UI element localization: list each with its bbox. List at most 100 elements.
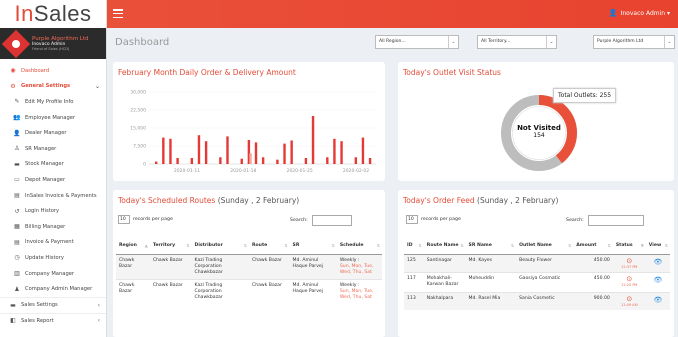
bar[interactable] xyxy=(326,157,329,164)
daily-chart-title: February Month Daily Order & Delivery Am… xyxy=(118,68,296,77)
sidebar-item-label: Dashboard xyxy=(21,67,50,74)
sidebar-item-employee-manager[interactable]: 👥 Employee Manager xyxy=(0,110,106,126)
sidebar-item-label: Sales Settings xyxy=(21,302,58,309)
feed-search-label: Search: xyxy=(566,218,584,223)
sidebar-item-dashboard[interactable]: ◉ Dashboard xyxy=(0,63,106,79)
column-header[interactable]: Route ⇅ xyxy=(248,237,290,255)
view-eye-icon[interactable]: 👁 xyxy=(653,276,662,284)
sales-settings-icon: ▬ xyxy=(10,301,16,309)
sidebar-item-dealer-manager[interactable]: 👤 Dealer Manager xyxy=(0,125,106,141)
bar[interactable] xyxy=(162,137,165,164)
sidebar-item-billing-manager[interactable]: ▦ Billing Manager xyxy=(0,219,106,235)
bar[interactable] xyxy=(340,141,343,164)
bar[interactable] xyxy=(368,158,372,164)
bar[interactable] xyxy=(283,143,286,164)
view-eye-icon[interactable]: 👁 xyxy=(653,258,662,266)
update-history-icon: ◷ xyxy=(14,254,20,262)
column-header[interactable]: Schedule ⇅ xyxy=(336,237,382,255)
bar[interactable] xyxy=(354,157,358,164)
table-row[interactable]: Chawk Bazar Chawk Bazar Kazi Trading Corpo… xyxy=(116,279,382,305)
view-eye-icon[interactable]: 👁 xyxy=(653,296,662,304)
admin-icon: ♟ xyxy=(14,285,20,293)
table-row[interactable]: 113 Nakhalpara Md. Rasel Mia Sania Cosmetic… xyxy=(404,291,670,311)
sidebar-item-label: Invoice & Payment xyxy=(25,239,74,246)
x-tick-label: 2020-01-18 xyxy=(230,168,256,174)
sidebar: InSales Purple Algorithm Ltd Inovaco Adm… xyxy=(0,0,107,337)
sidebar-item-label: Stock Manager xyxy=(25,161,64,168)
app-logo[interactable]: InSales xyxy=(0,0,106,28)
routes-length-select[interactable]: 10 xyxy=(118,215,130,224)
bar[interactable] xyxy=(311,116,315,164)
feed-title: Today's Order Feed xyxy=(403,196,475,205)
sidebar-item-update-history[interactable]: ◷ Update History xyxy=(0,250,106,266)
table-row[interactable]: Chawk Bazar Chawk Bazar Kazi Trading Corpo… xyxy=(116,253,382,280)
column-header[interactable]: View ⇅ xyxy=(645,237,670,255)
user-menu[interactable]: 👤 Inovaco Admin ▾ xyxy=(609,9,670,17)
bar[interactable] xyxy=(276,159,279,164)
sidebar-item-insales-invoice-payments[interactable]: ▤ InSales Invoice & Payments xyxy=(0,188,106,204)
bar[interactable] xyxy=(197,135,201,164)
column-header[interactable]: Outlet Name ⇅ xyxy=(516,237,574,255)
sidebar-item-company-admin-manager[interactable]: ♟ Company Admin Manager xyxy=(0,281,106,297)
bar[interactable] xyxy=(304,158,308,164)
chevron-icon: ‹ xyxy=(97,301,100,309)
invoice-icon: ▤ xyxy=(14,192,20,200)
bar[interactable] xyxy=(219,157,222,164)
clock-icon: ⊙ xyxy=(626,275,633,284)
table-row[interactable]: 125 Santinagar Md. Kayes Beauty Flower 450.0… xyxy=(404,253,670,273)
sort-icon: ⇅ xyxy=(376,243,380,248)
column-header[interactable]: SR Name ⇅ xyxy=(465,237,517,255)
sidebar-item-label: Depot Manager xyxy=(25,176,66,183)
feed-length-select[interactable]: 10 xyxy=(406,215,418,224)
bar[interactable] xyxy=(249,153,252,164)
routes-panel: Today's Scheduled Routes (Sunday , 2 Feb… xyxy=(113,190,385,337)
sidebar-item-label: Company Manager xyxy=(25,270,75,277)
sidebar-item-sales-report[interactable]: ◧ Sales Report ‹ xyxy=(0,312,106,329)
bar[interactable] xyxy=(261,157,265,164)
bar[interactable] xyxy=(155,161,158,164)
column-header[interactable]: Status ▼ xyxy=(612,237,646,255)
sidebar-item-general-settings[interactable]: ⚙ General Settings ⌄ xyxy=(0,79,106,95)
sidebar-item-sales-settings[interactable]: ▬ Sales Settings ‹ xyxy=(0,296,106,313)
daily-chart-panel: February Month Daily Order & Delivery Am… xyxy=(113,62,385,181)
sort-icon: ⇅ xyxy=(186,243,190,248)
sort-icon: ⇅ xyxy=(607,243,611,248)
routes-length-label: records per page xyxy=(133,217,173,222)
bar[interactable] xyxy=(361,137,365,164)
routes-search-input[interactable] xyxy=(311,215,352,226)
bar[interactable] xyxy=(176,158,179,164)
invoice-payment-icon: ▤ xyxy=(14,238,20,246)
bar[interactable] xyxy=(290,140,293,164)
column-header[interactable]: ID ⇅ xyxy=(404,237,424,255)
sidebar-item-label: Update History xyxy=(25,254,64,261)
dashboard-icon: ◉ xyxy=(10,67,16,75)
column-header[interactable]: Amount ⇅ xyxy=(573,237,613,255)
profile-panel: Purple Algorithm Ltd Inovaco Admin Frien… xyxy=(0,28,106,59)
column-header[interactable]: SR ⇅ xyxy=(289,237,337,255)
sidebar-item-sr-manager[interactable]: ♙ SR Manager xyxy=(0,141,106,157)
column-header[interactable]: Region ▲ xyxy=(116,237,150,255)
sidebar-item-stock-manager[interactable]: ▬ Stock Manager xyxy=(0,157,106,173)
column-header[interactable]: Route Name ⇅ xyxy=(423,237,466,255)
bar[interactable] xyxy=(240,158,243,164)
sidebar-item-edit-my-profile-info[interactable]: ✎ Edit My Profile Info xyxy=(0,94,106,110)
bar[interactable] xyxy=(169,138,172,164)
sidebar-item-login-history[interactable]: ↺ Login History xyxy=(0,203,106,219)
region-select[interactable]: All Region... ⌄ xyxy=(375,35,459,49)
menu-toggle-icon[interactable] xyxy=(113,9,123,20)
bar[interactable] xyxy=(204,141,208,164)
feed-search-input[interactable] xyxy=(587,215,644,226)
company-select[interactable]: Purple Algorithm Ltd ⌄ xyxy=(593,35,675,49)
bar[interactable] xyxy=(190,158,194,164)
table-row[interactable]: 117 Mohakhali-Karwan Bazar Moheuddin Gaosiy… xyxy=(404,272,670,293)
bar[interactable] xyxy=(226,136,229,164)
column-header[interactable]: Territory ⇅ xyxy=(149,237,192,255)
sidebar-item-invoice-payment[interactable]: ▤ Invoice & Payment xyxy=(0,235,106,251)
bar[interactable] xyxy=(333,138,336,164)
sidebar-item-company-manager[interactable]: ▥ Company Manager xyxy=(0,266,106,282)
territory-select[interactable]: All Territory... ⌄ xyxy=(477,35,557,49)
sidebar-item-depot-manager[interactable]: ▭ Depot Manager xyxy=(0,172,106,188)
bar[interactable] xyxy=(254,142,258,164)
column-header[interactable]: Distributor ⇅ xyxy=(191,237,249,255)
sort-icon: ⇅ xyxy=(460,243,464,248)
